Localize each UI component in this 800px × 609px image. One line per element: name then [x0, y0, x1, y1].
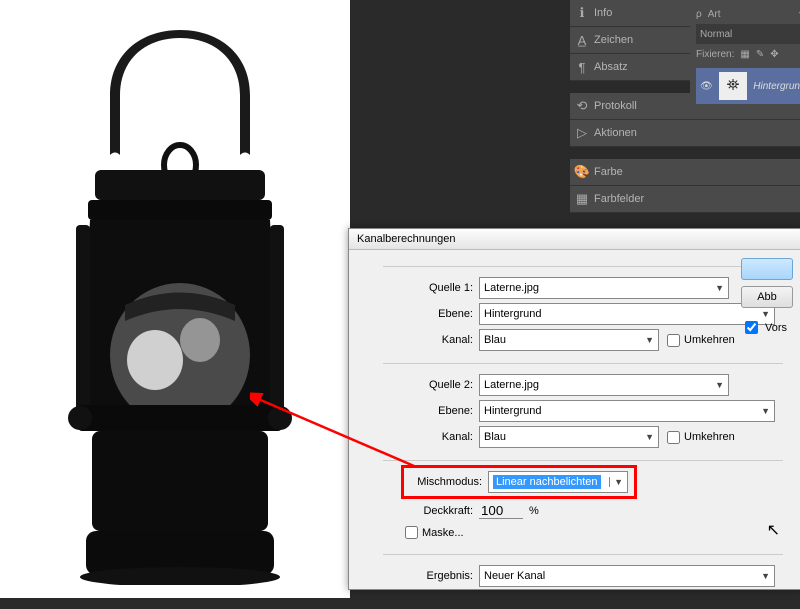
source1-channel-label: Kanal:	[383, 334, 473, 346]
mask-check[interactable]: Maske...	[401, 523, 783, 542]
calculations-dialog: Kanalberechnungen Abb Vors Quelle 1: Lat…	[348, 228, 800, 590]
document-canvas	[0, 0, 350, 598]
source2-group: Quelle 2: Laterne.jpg▼ Ebene: Hintergrun…	[383, 363, 783, 454]
blend-label: Mischmodus:	[410, 476, 482, 488]
blend-mode-combo[interactable]: Linear nachbelichten▼	[488, 471, 628, 493]
blend-group: Mischmodus: Linear nachbelichten▼ Deckkr…	[383, 460, 783, 548]
chevron-down-icon: ▼	[761, 406, 770, 416]
opacity-label: Deckkraft:	[401, 505, 473, 517]
info-icon: ℹ	[570, 5, 594, 21]
source2-label: Quelle 2:	[383, 379, 473, 391]
opacity-input[interactable]	[479, 503, 523, 519]
ok-button[interactable]	[741, 258, 793, 280]
lock-transparency-icon[interactable]: ▦	[740, 49, 749, 60]
lock-move-icon[interactable]: ✥	[770, 49, 778, 60]
result-combo[interactable]: Neuer Kanal▼	[479, 565, 775, 587]
result-group: Ergebnis: Neuer Kanal▼	[383, 554, 783, 593]
source1-file-combo[interactable]: Laterne.jpg▼	[479, 277, 729, 299]
source1-group: Quelle 1: Laterne.jpg▼ Ebene: Hintergrun…	[383, 266, 783, 357]
source2-layer-label: Ebene:	[383, 405, 473, 417]
source2-channel-label: Kanal:	[383, 431, 473, 443]
layer-thumbnail: ⛯	[719, 72, 748, 100]
source1-layer-combo[interactable]: Hintergrund▼	[479, 303, 775, 325]
play-icon: ▷	[570, 125, 594, 141]
chevron-down-icon: ▼	[761, 571, 770, 581]
layer-name: Hintergrun	[753, 81, 800, 92]
lock-brush-icon[interactable]: ✎	[756, 49, 764, 60]
source2-channel-combo[interactable]: Blau▼	[479, 426, 659, 448]
dialog-title: Kanalberechnungen	[349, 229, 800, 250]
chevron-down-icon: ▼	[715, 380, 724, 390]
source1-channel-combo[interactable]: Blau▼	[479, 329, 659, 351]
swatches-icon: ▦	[570, 191, 594, 207]
chevron-down-icon: ▼	[645, 335, 654, 345]
palette-icon: 🎨	[570, 164, 594, 180]
lock-row: Fixieren:▦✎✥	[696, 44, 800, 64]
mouse-cursor: ↖	[767, 520, 780, 540]
panel-color[interactable]: 🎨Farbe	[570, 159, 800, 186]
paragraph-icon: ¶	[570, 60, 594, 75]
layer-row-background[interactable]: 👁 ⛯ Hintergrun	[696, 68, 800, 104]
chevron-down-icon: ▼	[715, 283, 724, 293]
result-label: Ergebnis:	[383, 570, 473, 582]
source2-layer-combo[interactable]: Hintergrund▼	[479, 400, 775, 422]
source1-label: Quelle 1:	[383, 282, 473, 294]
source2-invert-check[interactable]: Umkehren	[667, 431, 757, 444]
opacity-unit: %	[529, 505, 539, 517]
blend-mode-select[interactable]: Normal	[696, 24, 800, 44]
cancel-button[interactable]: Abb	[741, 286, 793, 308]
lantern-image	[40, 25, 320, 585]
preview-checkbox[interactable]: Vors	[741, 318, 787, 337]
eye-icon[interactable]: 👁	[700, 81, 713, 92]
chevron-down-icon: ▼	[645, 432, 654, 442]
layer-filter[interactable]: ρArt▾	[696, 4, 800, 24]
source2-file-combo[interactable]: Laterne.jpg▼	[479, 374, 729, 396]
blend-highlight: Mischmodus: Linear nachbelichten▼	[401, 465, 637, 499]
history-icon: ⟲	[570, 98, 594, 114]
panel-actions[interactable]: ▷Aktionen	[570, 120, 800, 147]
source1-layer-label: Ebene:	[383, 308, 473, 320]
layers-panel: ρArt▾ Normal Fixieren:▦✎✥ 👁 ⛯ Hintergrun	[690, 0, 800, 108]
chevron-down-icon: ▼	[609, 477, 623, 487]
character-icon: A̲	[570, 33, 594, 48]
panel-swatches[interactable]: ▦Farbfelder	[570, 186, 800, 213]
